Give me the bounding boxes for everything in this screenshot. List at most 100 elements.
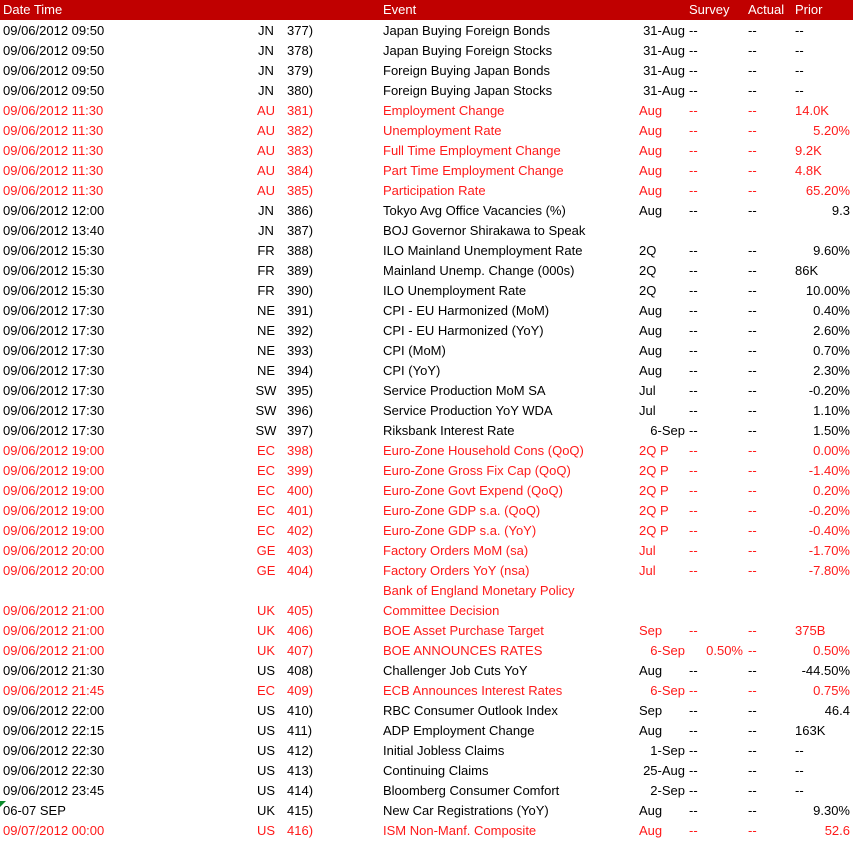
survey-cell[interactable]: -- [689, 784, 743, 798]
actual-cell[interactable]: -- [748, 364, 757, 378]
actual-cell[interactable]: -- [748, 424, 757, 438]
prior-cell[interactable]: 1.50% [795, 424, 850, 438]
event-cell[interactable]: Employment Change [383, 104, 504, 118]
survey-cell[interactable]: -- [689, 544, 743, 558]
country-cell[interactable]: AU [250, 104, 282, 118]
country-cell[interactable]: UK [250, 804, 282, 818]
country-cell[interactable]: JN [250, 204, 282, 218]
event-number-cell[interactable]: 409) [287, 684, 313, 698]
event-cell[interactable]: BOJ Governor Shirakawa to Speak [383, 224, 585, 238]
period-cell[interactable]: Aug [639, 664, 685, 678]
period-cell[interactable]: Aug [639, 184, 685, 198]
event-cell[interactable]: ECB Announces Interest Rates [383, 684, 562, 698]
prior-cell[interactable]: 9.3 [795, 204, 850, 218]
date-time-cell[interactable]: 09/07/2012 00:00 [3, 824, 104, 838]
country-cell[interactable]: US [250, 704, 282, 718]
event-number-cell[interactable]: 394) [287, 364, 313, 378]
date-time-cell[interactable]: 09/06/2012 17:30 [3, 364, 104, 378]
event-cell[interactable]: CPI (MoM) [383, 344, 446, 358]
event-number-cell[interactable]: 402) [287, 524, 313, 538]
date-time-cell[interactable]: 09/06/2012 11:30 [3, 164, 103, 178]
event-number-cell[interactable]: 408) [287, 664, 313, 678]
actual-cell[interactable]: -- [748, 744, 757, 758]
date-time-cell[interactable]: 09/06/2012 17:30 [3, 304, 104, 318]
event-cell[interactable]: Factory Orders MoM (sa) [383, 544, 528, 558]
survey-cell[interactable]: -- [689, 64, 743, 78]
event-number-cell[interactable]: 412) [287, 744, 313, 758]
event-number-cell[interactable]: 413) [287, 764, 313, 778]
survey-cell[interactable]: -- [689, 344, 743, 358]
actual-cell[interactable]: -- [748, 504, 757, 518]
country-cell[interactable]: NE [250, 324, 282, 338]
table-row[interactable]: 06-07 SEP UK 415) New Car Registrations (Yo… [0, 801, 853, 821]
prior-cell[interactable]: 46.4 [795, 704, 850, 718]
survey-cell[interactable]: -- [689, 484, 743, 498]
survey-cell[interactable]: -- [689, 504, 743, 518]
actual-cell[interactable]: -- [748, 244, 757, 258]
table-row[interactable]: 09/06/2012 17:30 SW 395) Service Production… [0, 381, 853, 401]
event-cell[interactable]: Euro-Zone Household Cons (QoQ) [383, 444, 584, 458]
event-number-cell[interactable]: 391) [287, 304, 313, 318]
date-time-cell[interactable]: 09/06/2012 09:50 [3, 64, 104, 78]
event-number-cell[interactable]: 406) [287, 624, 313, 638]
header-prior[interactable]: Prior [795, 3, 822, 17]
event-cell[interactable]: Challenger Job Cuts YoY [383, 664, 528, 678]
country-cell[interactable]: FR [250, 264, 282, 278]
table-row[interactable]: 09/06/2012 21:00 UK 407) BOE ANNOUNCES RATE… [0, 641, 853, 661]
survey-cell[interactable]: -- [689, 764, 743, 778]
event-cell[interactable]: Euro-Zone Govt Expend (QoQ) [383, 484, 563, 498]
prior-cell[interactable]: 65.20% [795, 184, 850, 198]
table-row[interactable]: 09/06/2012 09:50 JN 377) Japan Buying Forei… [0, 21, 853, 41]
period-cell[interactable]: Aug [639, 804, 685, 818]
event-cell[interactable]: ILO Mainland Unemployment Rate [383, 244, 582, 258]
event-cell[interactable]: CPI - EU Harmonized (YoY) [383, 324, 544, 338]
survey-cell[interactable]: -- [689, 124, 743, 138]
country-cell[interactable]: SW [250, 384, 282, 398]
event-number-cell[interactable]: 383) [287, 144, 313, 158]
event-cell[interactable]: Bank of England Monetary Policy [383, 584, 575, 598]
event-number-cell[interactable]: 388) [287, 244, 313, 258]
date-time-cell[interactable]: 09/06/2012 09:50 [3, 24, 104, 38]
event-cell[interactable]: ILO Unemployment Rate [383, 284, 526, 298]
actual-cell[interactable]: -- [748, 404, 757, 418]
prior-cell[interactable]: 0.40% [795, 304, 850, 318]
event-number-cell[interactable]: 380) [287, 84, 313, 98]
survey-cell[interactable]: -- [689, 264, 743, 278]
event-number-cell[interactable]: 392) [287, 324, 313, 338]
event-cell[interactable]: Euro-Zone Gross Fix Cap (QoQ) [383, 464, 571, 478]
event-cell[interactable]: Committee Decision [383, 604, 499, 618]
country-cell[interactable]: NE [250, 344, 282, 358]
event-number-cell[interactable]: 386) [287, 204, 313, 218]
period-cell[interactable]: 2Q P [639, 484, 685, 498]
actual-cell[interactable]: -- [748, 64, 757, 78]
period-cell[interactable]: Aug [639, 164, 685, 178]
survey-cell[interactable]: -- [689, 464, 743, 478]
date-time-cell[interactable]: 09/06/2012 21:00 [3, 604, 104, 618]
event-cell[interactable]: Part Time Employment Change [383, 164, 564, 178]
country-cell[interactable]: GE [250, 564, 282, 578]
date-time-cell[interactable]: 09/06/2012 15:30 [3, 244, 104, 258]
table-row[interactable]: 09/06/2012 21:00 UK 406) BOE Asset Purchase… [0, 621, 853, 641]
survey-cell[interactable]: -- [689, 524, 743, 538]
prior-cell[interactable]: -- [795, 44, 850, 58]
date-time-cell[interactable]: 09/06/2012 17:30 [3, 404, 104, 418]
table-row[interactable]: 09/06/2012 15:30 FR 388) ILO Mainland Unemp… [0, 241, 853, 261]
actual-cell[interactable]: -- [748, 724, 757, 738]
survey-cell[interactable]: -- [689, 564, 743, 578]
date-time-cell[interactable]: 09/06/2012 19:00 [3, 504, 104, 518]
actual-cell[interactable]: -- [748, 184, 757, 198]
event-cell[interactable]: Full Time Employment Change [383, 144, 561, 158]
prior-cell[interactable]: -0.20% [795, 384, 850, 398]
prior-cell[interactable]: 163K [795, 724, 850, 738]
country-cell[interactable]: NE [250, 304, 282, 318]
country-cell[interactable]: US [250, 824, 282, 838]
event-number-cell[interactable]: 384) [287, 164, 313, 178]
prior-cell[interactable]: -- [795, 764, 850, 778]
actual-cell[interactable]: -- [748, 344, 757, 358]
table-row[interactable]: 09/06/2012 20:00 GE 403) Factory Orders MoM… [0, 541, 853, 561]
survey-cell[interactable]: -- [689, 184, 743, 198]
table-row[interactable]: 09/06/2012 15:30 FR 389) Mainland Unemp. Ch… [0, 261, 853, 281]
country-cell[interactable]: US [250, 764, 282, 778]
date-time-cell[interactable]: 09/06/2012 09:50 [3, 84, 104, 98]
period-cell[interactable]: Jul [639, 404, 685, 418]
